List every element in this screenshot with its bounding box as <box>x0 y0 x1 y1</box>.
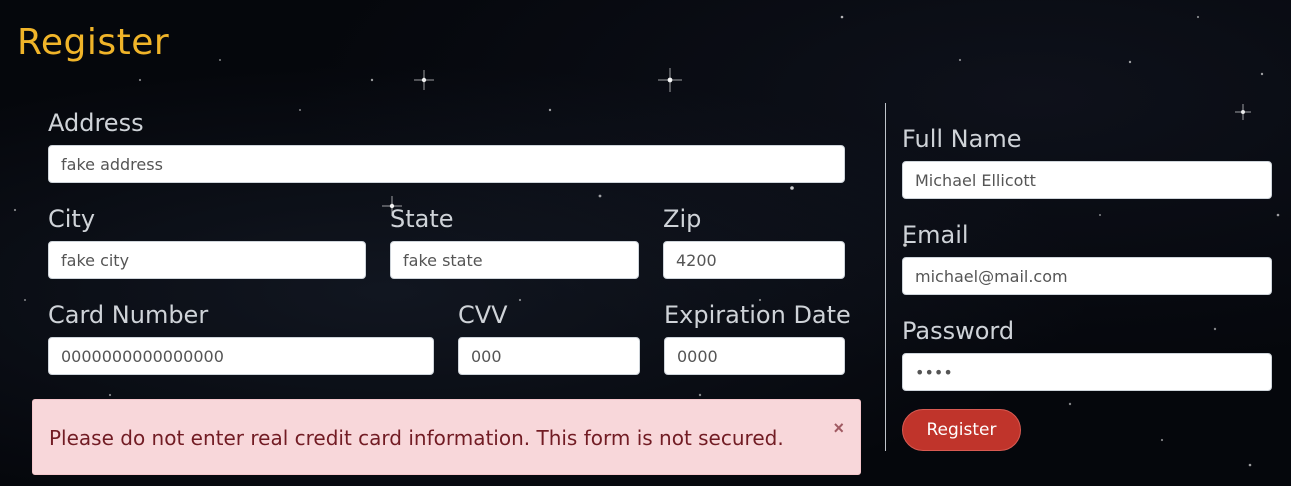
expiration-date-label: Expiration Date <box>664 301 851 329</box>
state-input[interactable] <box>390 241 639 279</box>
full-name-input[interactable] <box>902 161 1272 199</box>
warning-alert: Please do not enter real credit card inf… <box>32 399 861 475</box>
address-input[interactable] <box>48 145 845 183</box>
page-title: Register <box>17 22 170 63</box>
card-number-input[interactable] <box>48 337 434 375</box>
address-label: Address <box>48 109 144 137</box>
email-label: Email <box>902 221 969 249</box>
zip-label: Zip <box>663 205 702 233</box>
cvv-label: CVV <box>458 301 508 329</box>
password-input[interactable] <box>902 353 1272 391</box>
email-input[interactable] <box>902 257 1272 295</box>
column-divider <box>885 103 886 451</box>
city-label: City <box>48 205 96 233</box>
password-label: Password <box>902 317 1015 345</box>
card-number-label: Card Number <box>48 301 209 329</box>
alert-message: Please do not enter real credit card inf… <box>49 426 784 450</box>
expiration-date-input[interactable] <box>664 337 845 375</box>
close-icon[interactable]: × <box>833 418 844 439</box>
state-label: State <box>390 205 454 233</box>
zip-input[interactable] <box>663 241 845 279</box>
city-input[interactable] <box>48 241 366 279</box>
cvv-input[interactable] <box>458 337 640 375</box>
full-name-label: Full Name <box>902 125 1022 153</box>
register-page: Register Address City State Zip Card Num… <box>0 0 1291 486</box>
register-button[interactable]: Register <box>902 409 1021 451</box>
